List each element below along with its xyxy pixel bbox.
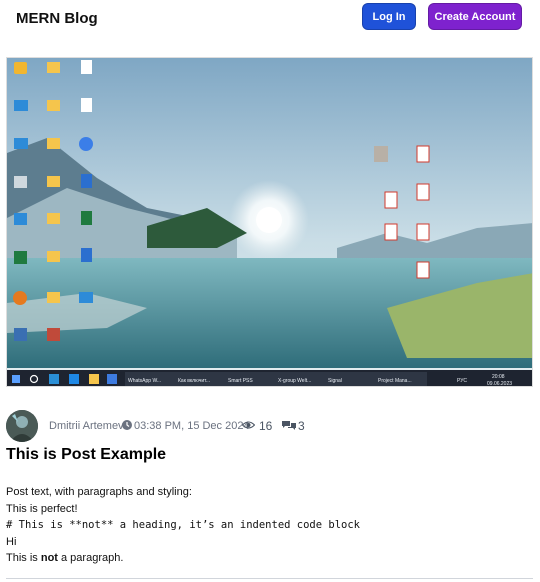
post-title: This is Post Example (6, 446, 167, 463)
cover-desktop-screenshot: WhatsApp W... Как включит... Smart PSS X… (7, 58, 532, 387)
site-brand[interactable]: MERN Blog (16, 10, 98, 27)
post-meta: Dmitrii Artemev 03:38 PM, 15 Dec 2024 16… (6, 410, 526, 442)
create-account-button[interactable]: Create Account (428, 3, 522, 30)
post-body-bold: not (40, 552, 58, 564)
eye-icon (242, 421, 255, 429)
post-author[interactable]: Dmitrii Artemev (49, 420, 124, 432)
divider (6, 578, 533, 579)
post-cover-image: WhatsApp W... Как включит... Smart PSS X… (6, 57, 533, 387)
post-body-line: Hi (6, 535, 17, 548)
taskbar-item: Smart PSS (228, 378, 253, 384)
post-comments-count: 3 (298, 419, 305, 433)
taskbar-item: Signal (328, 378, 342, 384)
post-body-line: This is perfect! (6, 502, 78, 515)
author-avatar[interactable] (6, 410, 38, 442)
post-datetime: 03:38 PM, 15 Dec 2024 (134, 420, 250, 432)
login-button[interactable]: Log In (362, 3, 416, 30)
post-views-count: 16 (259, 419, 273, 433)
post-body: Post text, with paragraphs and styling: … (6, 484, 526, 567)
clock-icon (122, 420, 132, 430)
post-code-block: # This is **not** a heading, it’s an ind… (6, 519, 361, 531)
taskbar-time: 20:08 (492, 374, 505, 380)
taskbar-item: WhatsApp W... (128, 378, 161, 384)
taskbar-item: Как включит... (178, 378, 210, 384)
post-body-line: This is not a paragraph. (6, 550, 526, 567)
taskbar-lang: РУС (457, 378, 467, 384)
post-body-text: This is (6, 552, 41, 564)
post-body-text: a paragraph. (57, 552, 124, 564)
post-body-line: Post text, with paragraphs and styling: (6, 486, 192, 498)
taskbar-date: 09.06.2023 (487, 381, 512, 387)
taskbar-item: X-group Welt... (278, 378, 311, 384)
comments-icon (282, 421, 296, 430)
taskbar-item: Project Mana... (378, 378, 412, 384)
site-header: MERN Blog Log In Create Account (0, 0, 540, 36)
